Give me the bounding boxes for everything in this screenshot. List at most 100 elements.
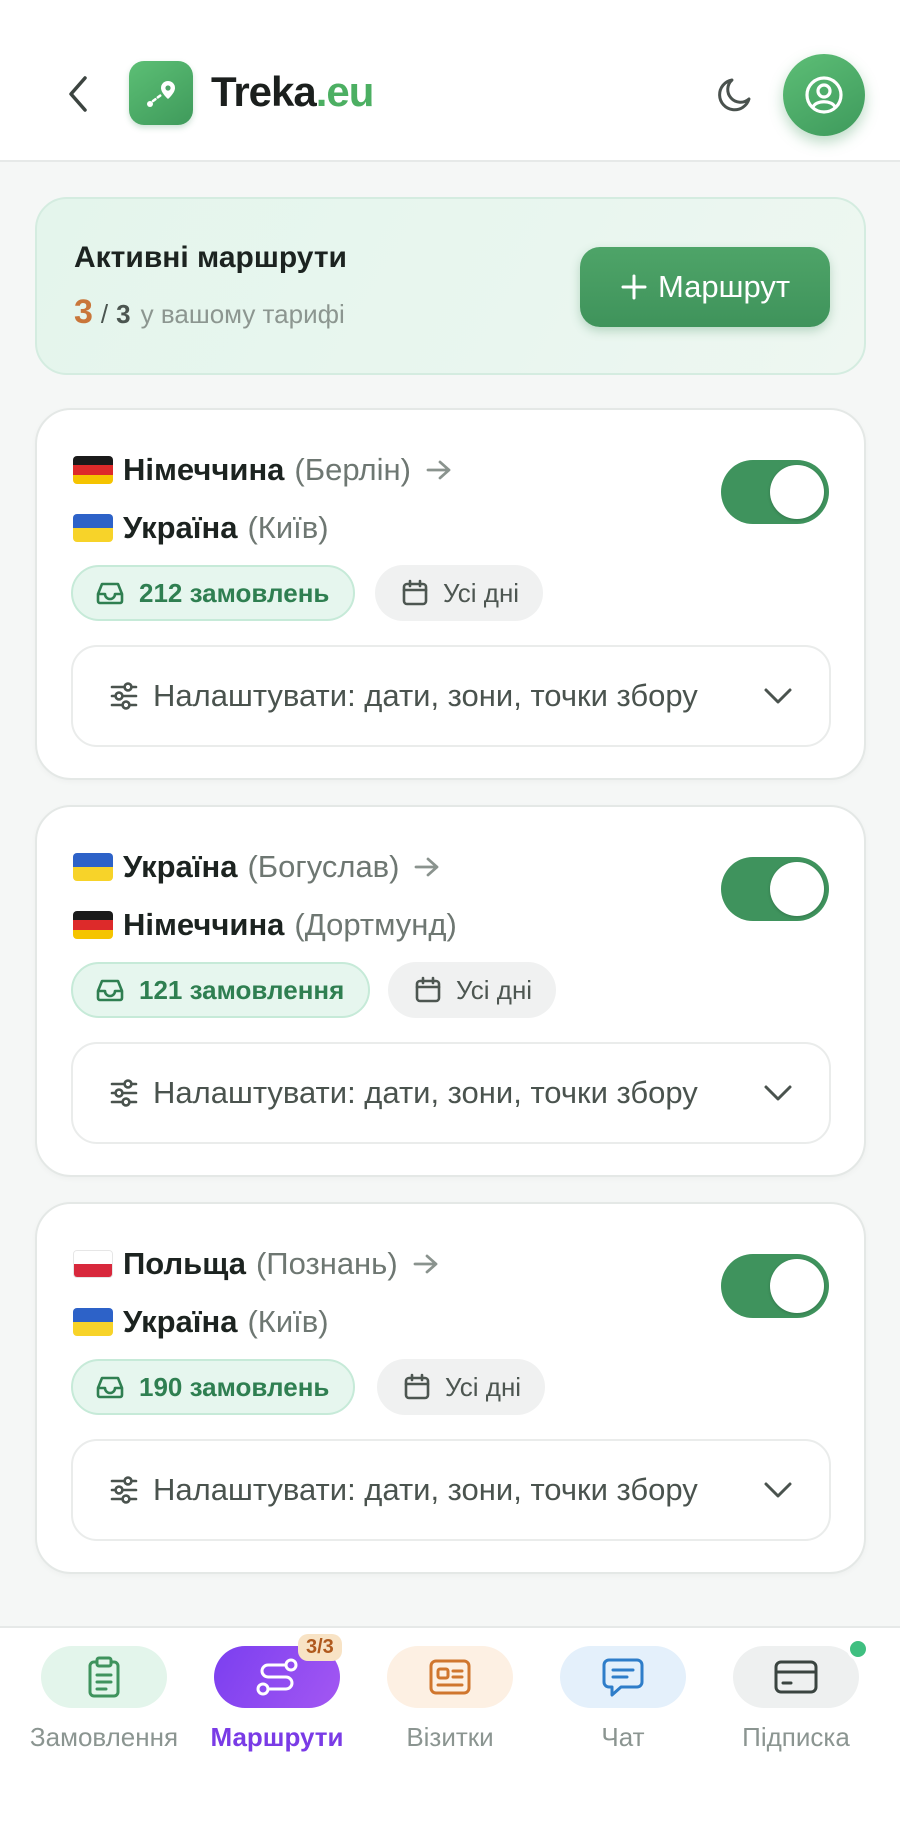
nav-orders-pill [41,1646,167,1708]
chat-icon [602,1658,644,1697]
dark-mode-toggle[interactable] [710,68,762,120]
flag-de-icon [73,456,113,484]
destination-city: (Київ) [247,510,329,545]
origin-city: (Познань) [255,1246,398,1281]
moon-icon [718,78,751,112]
arrow-right-icon [425,458,453,482]
route-count-current: 3 [74,293,93,331]
route-destination: Україна (Київ) [73,1300,329,1344]
toggle-knob [770,1259,824,1313]
route-card: Німеччина (Берлін) Україна (Київ) 212 замовл… [35,408,866,780]
inbox-icon [96,1376,124,1399]
calendar-icon [402,579,428,606]
orders-count-badge[interactable]: 212 замовлень [71,565,356,621]
days-badge[interactable]: Усі дні [375,565,544,621]
route-enabled-toggle[interactable] [721,460,829,524]
route-settings-expander[interactable]: Налаштувати: дати, зони, точки збору [71,1439,831,1541]
route-origin: Польща (Познань) [73,1242,440,1286]
destination-city: (Дортмунд) [294,907,457,942]
flag-pl-icon [73,1250,113,1278]
origin-city: (Богуслав) [247,849,400,884]
origin-city: (Берлін) [294,452,411,487]
route-origin: Німеччина (Берлін) [73,448,453,492]
route-settings-label: Налаштувати: дати, зони, точки збору [153,678,698,713]
destination-country: Німеччина [123,907,285,942]
origin-country: Польща [123,1246,246,1281]
brand-title: Treka.eu [211,64,375,120]
inbox-icon [96,979,124,1002]
calendar-icon [404,1373,430,1400]
origin-country: Україна [123,849,238,884]
brand-name: Treka [211,68,317,115]
route-settings-expander[interactable]: Налаштувати: дати, зони, точки збору [71,1042,831,1144]
toggle-knob [770,862,824,916]
flag-de-icon [73,911,113,939]
nav-routes-pill: 3/3 [214,1634,342,1708]
destination-city: (Київ) [247,1304,329,1339]
route-settings-expander[interactable]: Налаштувати: дати, зони, точки збору [71,645,831,747]
route-quota: 3 / 3 у вашому тарифі [74,293,345,332]
add-route-button[interactable]: Маршрут [580,247,830,327]
bottom-navigation: Замовлення 3/3 Маршрути Візитки Чат Підп… [0,1626,900,1826]
add-route-label: Маршрут [657,269,791,304]
days-label: Усі дні [456,974,533,1005]
chevron-down-icon [764,1085,792,1101]
chevron-down-icon [764,1482,792,1498]
route-destination: Німеччина (Дортмунд) [73,903,457,947]
arrow-right-icon [413,855,441,879]
sliders-icon [110,1079,138,1107]
orders-count-badge[interactable]: 121 замовлення [71,962,371,1018]
nav-chat-pill [560,1646,686,1708]
clipboard-icon [88,1656,120,1698]
nav-subscription[interactable]: Підписка [710,1638,882,1776]
nav-subscription-pill [733,1638,869,1708]
chevron-left-icon [69,76,87,112]
orders-count-label: 212 замовлень [139,577,330,608]
brand-tld: .eu [315,68,375,115]
route-destination: Україна (Київ) [73,506,329,550]
plus-icon [621,274,647,300]
origin-country: Німеччина [123,452,285,487]
days-label: Усі дні [445,1371,522,1402]
nav-chat-label: Чат [601,1722,645,1752]
summary-title: Активні маршрути [74,241,347,274]
arrow-right-icon [412,1252,440,1276]
nav-routes[interactable]: 3/3 Маршрути [191,1634,363,1776]
flag-ua-icon [73,1308,113,1336]
toggle-knob [770,465,824,519]
nav-orders-label: Замовлення [29,1722,179,1752]
sliders-icon [110,1476,138,1504]
destination-country: Україна [123,1304,238,1339]
flag-ua-icon [73,853,113,881]
days-badge[interactable]: Усі дні [377,1359,546,1415]
orders-count-label: 190 замовлень [139,1371,330,1402]
nav-routes-label: Маршрути [210,1722,344,1752]
days-badge[interactable]: Усі дні [388,962,557,1018]
nav-cards[interactable]: Візитки [364,1646,536,1776]
profile-button[interactable] [783,54,865,136]
nav-orders[interactable]: Замовлення [18,1646,190,1776]
nav-chat[interactable]: Чат [537,1646,709,1776]
route-count-total: 3 [116,299,131,329]
route-card: Україна (Богуслав) Німеччина (Дортмунд) 121 … [35,805,866,1177]
route-enabled-toggle[interactable] [721,857,829,921]
route-count-suffix: у вашому тарифі [140,299,345,329]
app-header: Treka.eu [0,0,900,162]
flag-ua-icon [73,514,113,542]
route-enabled-toggle[interactable] [721,1254,829,1318]
orders-count-badge[interactable]: 190 замовлень [71,1359,356,1415]
active-routes-summary: Активні маршрути 3 / 3 у вашому тарифі М… [35,197,866,375]
sliders-icon [110,682,138,710]
user-circle-icon [805,76,843,114]
days-label: Усі дні [443,577,520,608]
nav-cards-pill [387,1646,513,1708]
orders-count-label: 121 замовлення [139,974,345,1005]
route-count-separator: / [100,299,109,329]
routes-counter-badge: 3/3 [298,1634,342,1661]
route-origin: Україна (Богуслав) [73,845,441,889]
inbox-icon [96,582,124,605]
id-card-icon [429,1659,471,1695]
logo-icon[interactable] [129,61,193,125]
back-button[interactable] [58,70,98,118]
route-settings-label: Налаштувати: дати, зони, точки збору [153,1472,698,1507]
